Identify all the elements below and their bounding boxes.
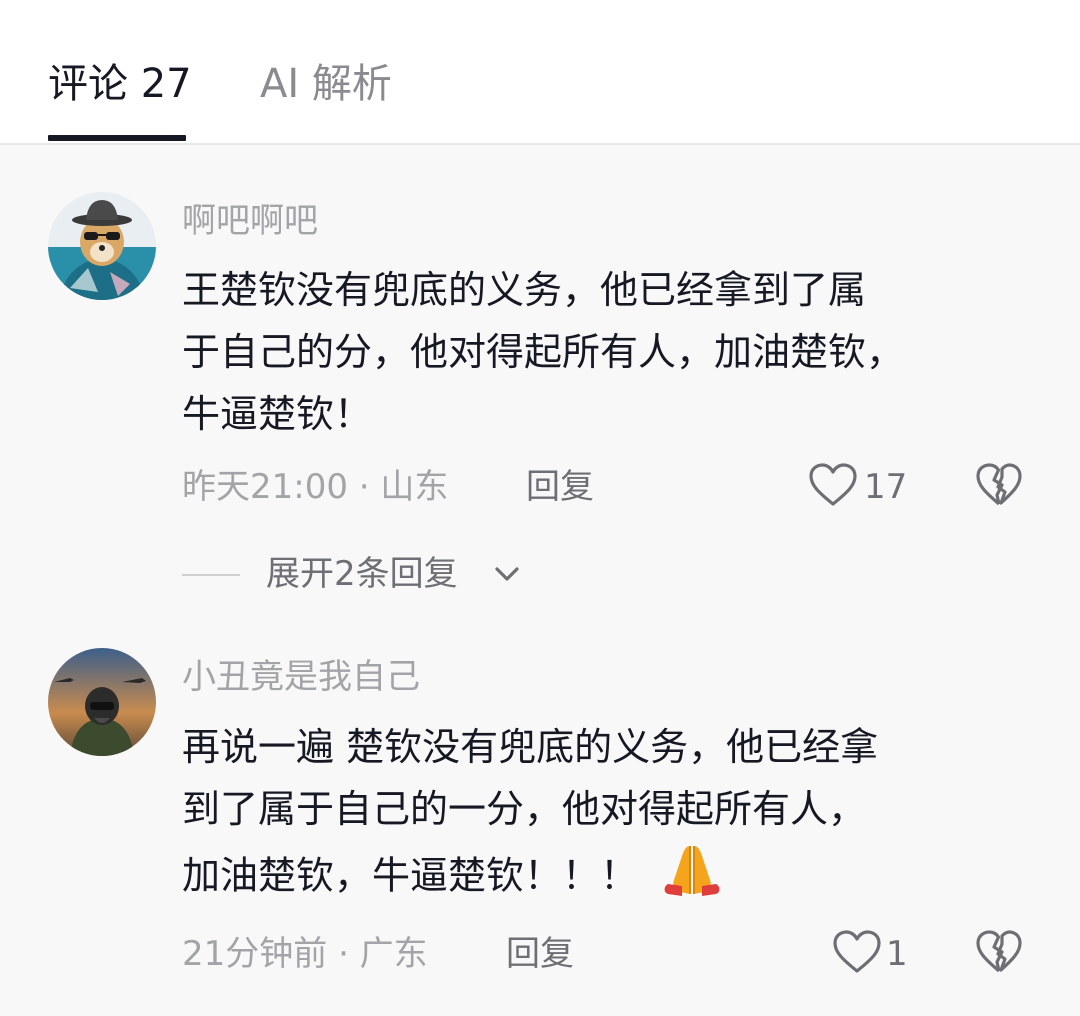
heart-icon bbox=[833, 930, 881, 973]
comment-username[interactable]: 啊吧啊吧 bbox=[182, 199, 318, 243]
comment-meta: 昨天21:00 · 山东 bbox=[182, 467, 449, 507]
dislike-button[interactable] bbox=[975, 929, 1023, 979]
active-tab-indicator bbox=[48, 135, 186, 141]
comment-text-line: 加油楚钦，牛逼楚钦！！！ bbox=[182, 840, 1032, 916]
expand-replies-label: 展开2条回复 bbox=[266, 554, 458, 594]
comment-text: 王楚钦没有兜底的义务，他已经拿到了属 于自己的分，他对得起所有人，加油楚钦， 牛… bbox=[182, 259, 1032, 445]
dog-with-sunglasses-avatar bbox=[48, 192, 156, 300]
comment-text-line: 于自己的分，他对得起所有人，加油楚钦， bbox=[182, 330, 905, 374]
fighter-pilot-avatar bbox=[48, 648, 156, 756]
broken-heart-icon bbox=[976, 930, 1022, 973]
avatar[interactable] bbox=[48, 192, 156, 300]
dislike-button[interactable] bbox=[975, 462, 1023, 512]
tab-bar: 评论 27 AI 解析 bbox=[0, 0, 1080, 145]
divider bbox=[182, 574, 240, 576]
reply-button[interactable]: 回复 bbox=[526, 465, 594, 509]
like-button[interactable] bbox=[832, 929, 882, 979]
heart-icon bbox=[809, 463, 857, 506]
reply-button[interactable]: 回复 bbox=[506, 932, 574, 976]
comment-text-line-content: 加油楚钦，牛逼楚钦！！！ bbox=[182, 853, 639, 898]
like-button[interactable] bbox=[808, 462, 858, 512]
tab-comments[interactable]: 评论 27 bbox=[48, 58, 192, 110]
broken-heart-icon bbox=[976, 463, 1022, 506]
comment-username[interactable]: 小丑竟是我自己 bbox=[182, 655, 420, 699]
like-count: 17 bbox=[864, 467, 908, 507]
chevron-down-icon bbox=[495, 567, 519, 581]
comment-text-line: 再说一遍 楚钦没有兜底的义务，他已经拿 bbox=[182, 725, 879, 769]
tab-ai-analysis[interactable]: AI 解析 bbox=[260, 58, 392, 110]
folded-hands-icon bbox=[660, 840, 724, 916]
comment-text-line: 王楚钦没有兜底的义务，他已经拿到了属 bbox=[182, 268, 867, 312]
comment-text: 再说一遍 楚钦没有兜底的义务，他已经拿 到了属于自己的一分，他对得起所有人， 加… bbox=[182, 716, 1032, 916]
avatar[interactable] bbox=[48, 648, 156, 756]
comment-text-line: 到了属于自己的一分，他对得起所有人， bbox=[182, 787, 867, 831]
like-count: 1 bbox=[886, 934, 908, 974]
comment-text-line: 牛逼楚钦！ bbox=[182, 392, 373, 436]
comment-meta: 21分钟前 · 广东 bbox=[182, 934, 428, 974]
